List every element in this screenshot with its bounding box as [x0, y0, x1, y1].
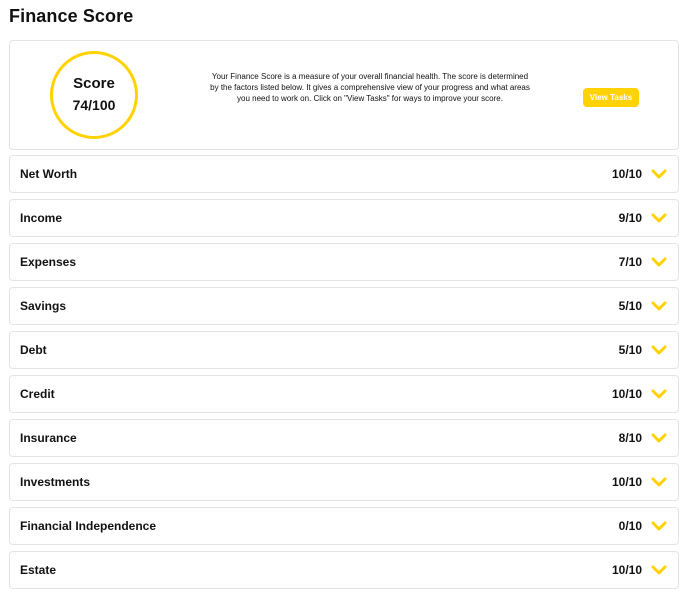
factor-row-insurance[interactable]: Insurance 8/10 [9, 419, 679, 457]
chevron-down-icon[interactable] [651, 344, 667, 356]
chevron-down-icon[interactable] [651, 432, 667, 444]
page-title: Finance Score [9, 6, 134, 26]
factor-name: Net Worth [20, 167, 78, 181]
factor-score: 10/10 [611, 167, 642, 181]
factor-score: 10/10 [611, 563, 642, 577]
factor-score: 9/10 [618, 211, 642, 225]
score-value: 74/100 [72, 97, 116, 113]
factor-score: 10/10 [611, 475, 642, 489]
factor-name: Income [20, 211, 63, 225]
chevron-down-icon[interactable] [651, 256, 667, 268]
factor-name: Savings [20, 299, 67, 313]
score-card: Score 74/100 Your Finance Score is a mea… [9, 40, 679, 150]
chevron-down-icon[interactable] [651, 212, 667, 224]
chevron-down-icon[interactable] [651, 388, 667, 400]
factor-row-savings[interactable]: Savings 5/10 [9, 287, 679, 325]
chevron-down-icon[interactable] [651, 476, 667, 488]
factor-name: Debt [20, 343, 47, 357]
factor-name: Credit [20, 387, 55, 401]
chevron-down-icon[interactable] [651, 520, 667, 532]
factor-score: 8/10 [618, 431, 642, 445]
chevron-down-icon[interactable] [651, 300, 667, 312]
factor-score: 5/10 [618, 299, 642, 313]
factor-name: Expenses [20, 255, 77, 269]
factor-score: 5/10 [618, 343, 642, 357]
factor-row-estate[interactable]: Estate 10/10 [9, 551, 679, 589]
factor-row-income[interactable]: Income 9/10 [9, 199, 679, 237]
factor-name: Investments [20, 475, 91, 489]
factor-name: Insurance [20, 431, 77, 445]
view-tasks-button[interactable]: View Tasks [583, 88, 639, 107]
chevron-down-icon[interactable] [651, 168, 667, 180]
factor-score: 0/10 [618, 519, 642, 533]
factor-score: 7/10 [618, 255, 642, 269]
chevron-down-icon[interactable] [651, 564, 667, 576]
factor-row-net-worth[interactable]: Net Worth 10/10 [9, 155, 679, 193]
factor-row-expenses[interactable]: Expenses 7/10 [9, 243, 679, 281]
factor-row-investments[interactable]: Investments 10/10 [9, 463, 679, 501]
factor-row-financial-independence[interactable]: Financial Independence 0/10 [9, 507, 679, 545]
factor-name: Financial Independence [20, 519, 157, 533]
factor-row-credit[interactable]: Credit 10/10 [9, 375, 679, 413]
score-ring: Score 74/100 [50, 51, 138, 139]
factor-score: 10/10 [611, 387, 642, 401]
factor-row-debt[interactable]: Debt 5/10 [9, 331, 679, 369]
factor-name: Estate [20, 563, 57, 577]
score-label: Score [73, 75, 115, 92]
finance-score-page: Finance Score Score 74/100 Your Finance … [0, 0, 688, 600]
score-description: Your Finance Score is a measure of your … [210, 72, 530, 103]
